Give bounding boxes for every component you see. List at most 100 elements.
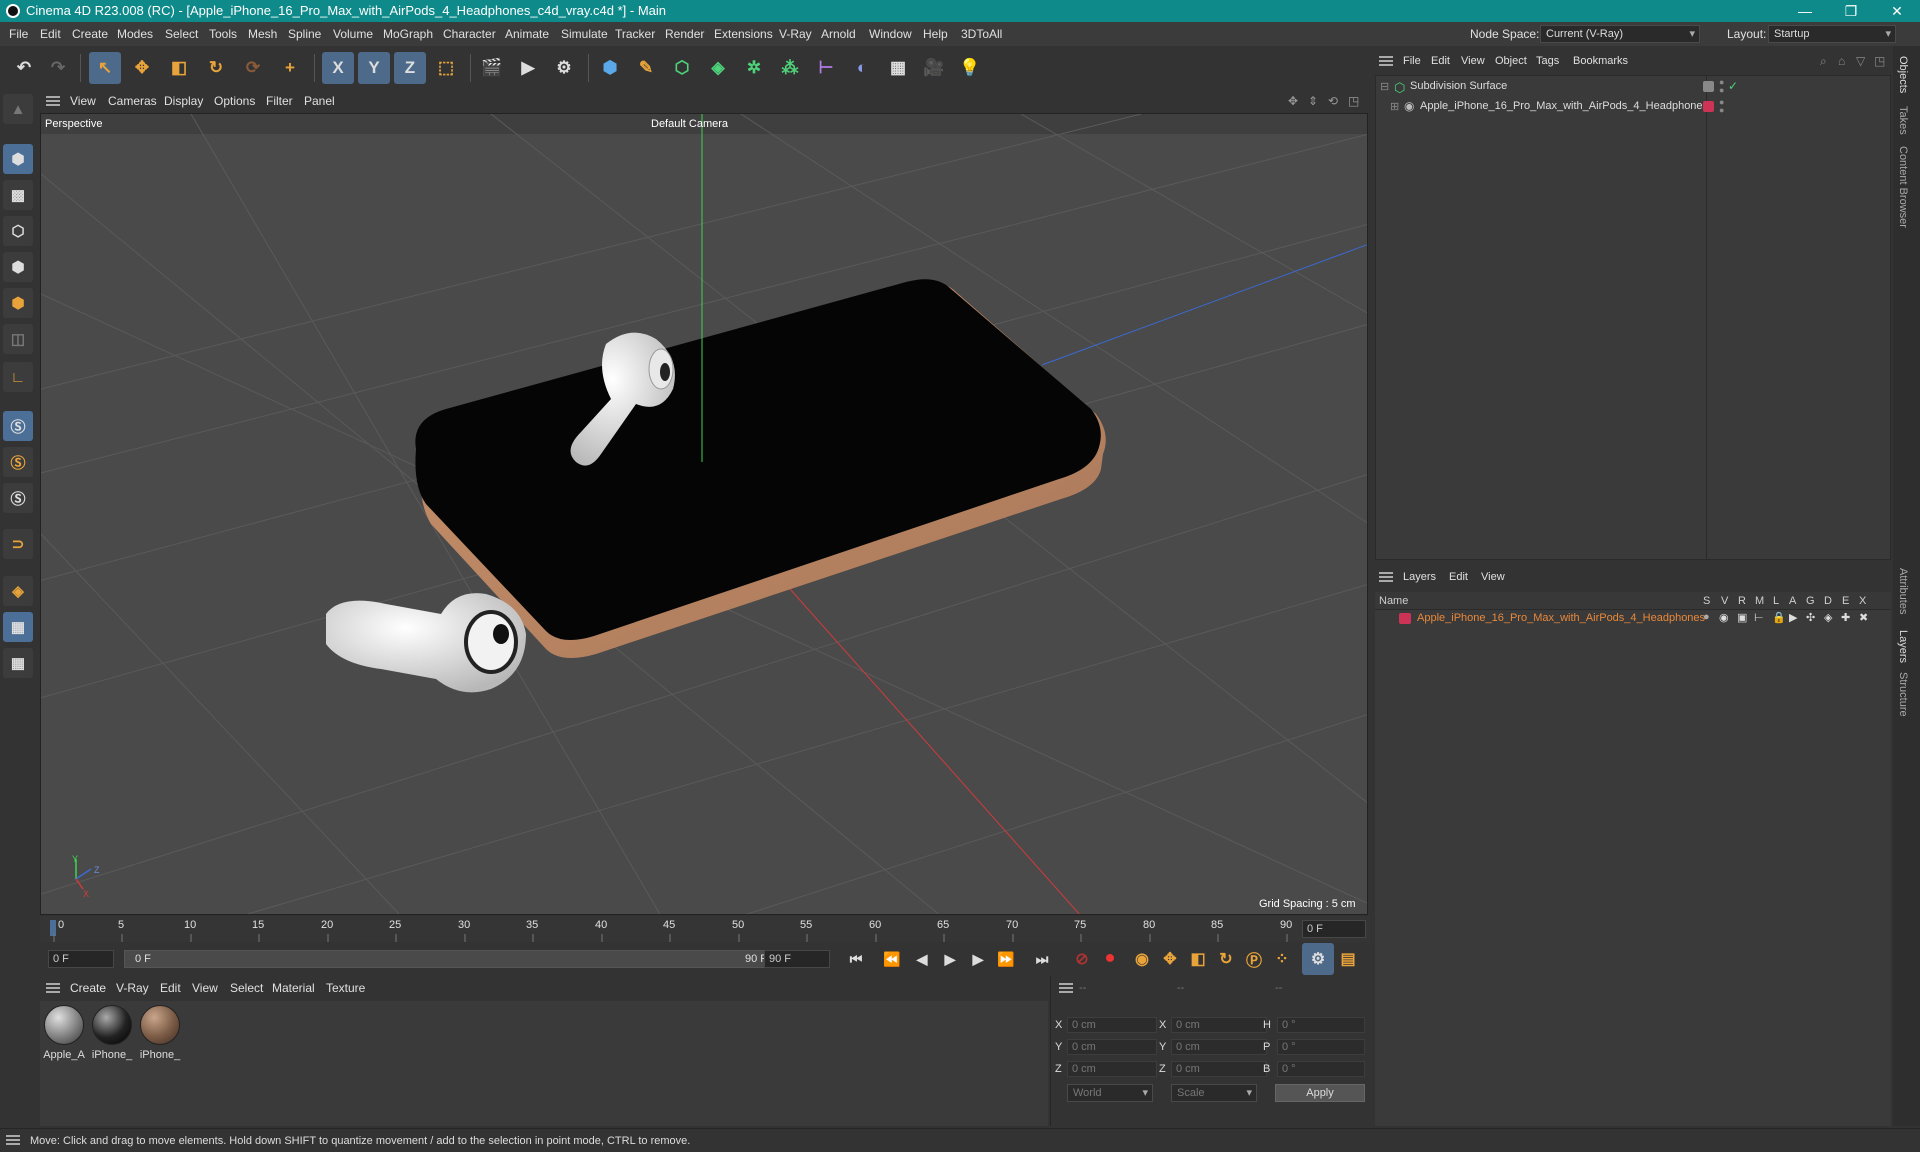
layout-dropdown[interactable]: Startup (1768, 25, 1896, 43)
3d-viewport[interactable]: Perspective Default Camera Grid Spacing … (40, 113, 1368, 915)
coords-menu-icon[interactable] (1059, 983, 1073, 993)
rotation-h-field[interactable]: 0 ° (1277, 1017, 1365, 1033)
object-menu-bookmarks[interactable]: Bookmarks (1573, 49, 1628, 73)
layer-menu-icon[interactable] (1379, 572, 1393, 582)
layer-flag-e[interactable]: E (1842, 592, 1849, 610)
cloner-icon[interactable]: ✲ (738, 52, 770, 84)
menu-file[interactable]: File (9, 22, 28, 46)
material-swatch[interactable]: iPhone_ (90, 1005, 134, 1061)
material-menu-texture[interactable]: Texture (326, 976, 365, 1000)
workplane-icon[interactable]: ◈ (3, 576, 33, 606)
viewport-menu-display[interactable]: Display (164, 90, 203, 112)
undo-icon[interactable]: ↶ (8, 52, 40, 84)
layer-flag-d[interactable]: D (1824, 592, 1832, 610)
key-pla-icon[interactable]: ⁘ (1266, 943, 1298, 975)
tab-objects[interactable]: Objects (1897, 56, 1909, 93)
tab-takes[interactable]: Takes (1897, 106, 1909, 135)
scale-tool-icon[interactable]: ◧ (163, 52, 195, 84)
generators-icon[interactable]: ✣ (1806, 611, 1815, 624)
tab-content-browser[interactable]: Content Browser (1897, 146, 1909, 228)
material-menu-select[interactable]: Select (230, 976, 263, 1000)
viewport-maximize-icon[interactable]: ◳ (1348, 90, 1359, 112)
rotation-p-field[interactable]: 0 ° (1277, 1039, 1365, 1055)
menu-modes[interactable]: Modes (117, 22, 153, 46)
go-to-end-icon[interactable]: ⏭ (1026, 943, 1058, 975)
menu-arnold[interactable]: Arnold (821, 22, 856, 46)
make-editable-icon[interactable]: ▲ (3, 94, 33, 124)
material-menu-view[interactable]: View (192, 976, 218, 1000)
recent-tool-icon[interactable]: ⟳ (237, 52, 269, 84)
object-menu-view[interactable]: View (1461, 49, 1485, 73)
viewport-menu-view[interactable]: View (70, 90, 96, 112)
coordinate-system-icon[interactable]: ⬚ (430, 52, 462, 84)
snap-points-icon[interactable]: Ⓢ (3, 483, 33, 513)
spline-pen-icon[interactable]: ✎ (630, 52, 662, 84)
visibility-dots-icon[interactable]: ● ● (1719, 78, 1724, 95)
enabled-check-icon[interactable]: ✓ (1728, 79, 1738, 93)
material-menu-icon[interactable] (46, 983, 60, 993)
layer-flag-s[interactable]: S (1703, 592, 1710, 610)
layer-flag-a[interactable]: A (1789, 592, 1796, 610)
locked-workplane-icon[interactable]: ▦ (3, 648, 33, 678)
viewport-menu-filter[interactable]: Filter (266, 90, 293, 112)
filter-icon[interactable]: ▽ (1856, 49, 1865, 73)
field-icon[interactable]: ◐ (846, 52, 878, 84)
render-picture-viewer-icon[interactable]: ▶ (512, 52, 544, 84)
redo-icon[interactable]: ↷ (42, 52, 74, 84)
manager-icon[interactable]: ⊢ (1754, 611, 1764, 624)
axis-mode-icon[interactable]: ∟ (3, 362, 33, 392)
position-y-field[interactable]: 0 cm (1067, 1039, 1157, 1055)
model-mode-icon[interactable]: ⬢ (3, 144, 33, 174)
menu-animate[interactable]: Animate (505, 22, 549, 46)
object-menu-icon[interactable] (1379, 56, 1393, 66)
menu-edit[interactable]: Edit (40, 22, 61, 46)
render-settings-icon[interactable]: ⚙ (548, 52, 580, 84)
maximize-button[interactable]: ❐ (1828, 0, 1874, 22)
menu-volume[interactable]: Volume (333, 22, 373, 46)
layer-row[interactable]: Apple_iPhone_16_Pro_Max_with_AirPods_4_H… (1375, 610, 1891, 628)
menu-character[interactable]: Character (443, 22, 496, 46)
end-frame-field[interactable]: 90 F (764, 950, 830, 968)
menu-spline[interactable]: Spline (288, 22, 321, 46)
viewport-rotate-icon[interactable]: ⟲ (1328, 90, 1338, 112)
menu-mograph[interactable]: MoGraph (383, 22, 433, 46)
expressions-icon[interactable]: ✚ (1841, 611, 1850, 624)
x-axis-lock-icon[interactable]: X (322, 52, 354, 84)
mograph-icon[interactable]: ⁂ (774, 52, 806, 84)
material-menu-vray[interactable]: V-Ray (116, 976, 149, 1000)
material-menu-material[interactable]: Material (272, 976, 315, 1000)
live-selection-icon[interactable]: ↖ (89, 52, 121, 84)
uv-mode-icon[interactable]: ◫ (3, 324, 33, 354)
autokey-icon[interactable]: ⏺ (1094, 943, 1126, 975)
tab-layers[interactable]: Layers (1897, 630, 1909, 663)
viewport-menu-options[interactable]: Options (214, 90, 255, 112)
close-button[interactable]: ✕ (1874, 0, 1920, 22)
subdivision-surface-icon[interactable]: ⬡ (666, 52, 698, 84)
menu-simulate[interactable]: Simulate (561, 22, 608, 46)
object-row-iphone[interactable]: ⊞ ◉ Apple_iPhone_16_Pro_Max_with_AirPods… (1376, 98, 1892, 116)
visibility-dots-icon[interactable]: ● ● (1719, 98, 1724, 115)
coordinate-mode-dropdown[interactable]: World (1067, 1084, 1153, 1102)
new-window-icon[interactable]: ◳ (1874, 49, 1885, 73)
size-y-field[interactable]: 0 cm (1171, 1039, 1267, 1055)
apply-button[interactable]: Apply (1275, 1084, 1365, 1102)
object-menu-object[interactable]: Object (1495, 49, 1527, 73)
timeline-ruler[interactable]: 0 5 10 15 20 25 30 35 40 45 50 55 60 65 … (40, 916, 1370, 942)
material-swatch[interactable]: iPhone_ (138, 1005, 182, 1061)
menu-extensions[interactable]: Extensions (714, 22, 773, 46)
layer-menu-edit[interactable]: Edit (1449, 564, 1468, 590)
menu-help[interactable]: Help (923, 22, 948, 46)
size-z-field[interactable]: 0 cm (1171, 1061, 1267, 1077)
layer-flag-g[interactable]: G (1806, 592, 1815, 610)
menu-render[interactable]: Render (665, 22, 704, 46)
rotation-b-field[interactable]: 0 ° (1277, 1061, 1365, 1077)
material-swatch[interactable]: Apple_A (42, 1005, 86, 1061)
layer-tag-icon[interactable] (1703, 81, 1714, 92)
object-menu-tags[interactable]: Tags (1536, 49, 1559, 73)
menu-vray[interactable]: V-Ray (779, 22, 812, 46)
node-space-dropdown[interactable]: Current (V-Ray) (1540, 25, 1700, 43)
next-key-icon[interactable]: ⏩ (990, 943, 1022, 975)
snap-icon[interactable]: Ⓢ (3, 411, 33, 441)
camera-icon[interactable]: 🎥 (918, 52, 950, 84)
layer-color-icon[interactable] (1703, 101, 1714, 112)
